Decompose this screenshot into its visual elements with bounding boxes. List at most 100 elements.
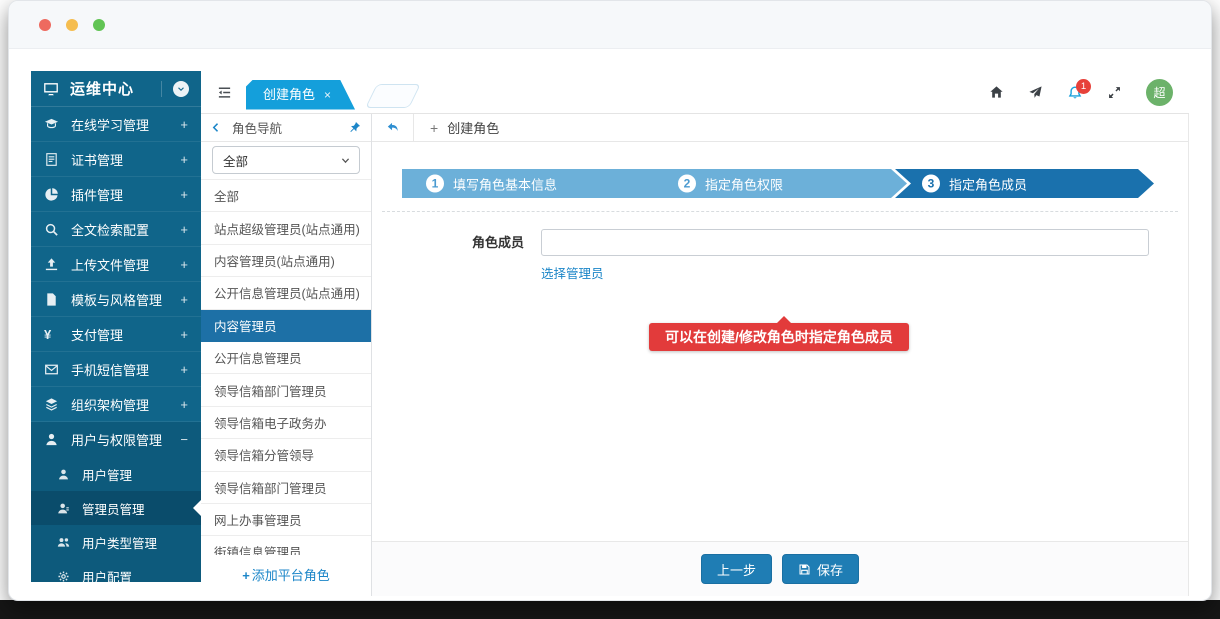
sidebar-item[interactable]: 用户与权限管理− [31, 422, 201, 457]
role-list-item[interactable]: 领导信箱部门管理员 [201, 374, 371, 406]
main-footer: 上一步 保存 [372, 541, 1188, 596]
add-platform-role-label: 添加平台角色 [252, 568, 330, 583]
role-list-item[interactable]: 网上办事管理员 [201, 504, 371, 536]
step-3: 3 指定角色成员 [922, 174, 1027, 193]
sidebar: 运维中心 在线学习管理+证书管理+插件管理+全文检索配置+上传文件管理+模板与风… [31, 71, 201, 582]
desktop-background [0, 600, 1220, 619]
home-icon[interactable] [989, 85, 1004, 100]
role-filter-wrap: 全部 [201, 142, 371, 179]
sidebar-subitem[interactable]: 用户类型管理 [31, 525, 201, 559]
step-1-label: 填写角色基本信息 [453, 174, 557, 193]
main-content: 1 填写角色基本信息 2 指定角色权限 [372, 142, 1188, 541]
search-icon [44, 222, 63, 237]
sidebar-item[interactable]: 插件管理+ [31, 177, 201, 212]
sidebar-item[interactable]: 组织架构管理+ [31, 387, 201, 422]
role-nav-title: 角色导航 [232, 118, 348, 137]
sidebar-toggle-icon[interactable] [217, 85, 232, 100]
role-list: 全部站点超级管理员(站点通用)内容管理员(站点通用)公开信息管理员(站点通用)内… [201, 179, 371, 555]
sidebar-item[interactable]: 在线学习管理+ [31, 107, 201, 142]
file-icon [44, 292, 63, 307]
expand-toggle-icon[interactable]: + [180, 397, 188, 412]
expand-toggle-icon[interactable]: + [180, 117, 188, 132]
sidebar-item[interactable]: 模板与风格管理+ [31, 282, 201, 317]
role-list-item[interactable]: 公开信息管理员(站点通用) [201, 277, 371, 309]
stepper-segment-completed: 1 填写角色基本信息 2 指定角色权限 [402, 169, 907, 198]
paper-plane-icon[interactable] [1028, 85, 1043, 100]
role-list-item[interactable]: 领导信箱部门管理员 [201, 472, 371, 504]
sidebar-item[interactable]: ¥支付管理+ [31, 317, 201, 352]
sidebar-item[interactable]: 上传文件管理+ [31, 247, 201, 282]
step-3-label: 指定角色成员 [949, 174, 1027, 193]
add-platform-role-link[interactable]: +添加平台角色 [201, 555, 371, 596]
notification-badge: 1 [1076, 79, 1091, 94]
step-2-label: 指定角色权限 [705, 174, 783, 193]
content-body: 角色导航 全部 全部站点超级管理员(站点通用)内容管理员(站点通用)公开信息管理… [201, 114, 1189, 596]
notifications-bell-icon[interactable]: 1 [1067, 85, 1083, 101]
role-members-label: 角色成员 [372, 229, 524, 283]
plus-icon: + [430, 120, 438, 136]
expand-toggle-icon[interactable]: + [180, 362, 188, 377]
topbar: 创建角色× 1 超 [201, 71, 1189, 114]
role-navigation-panel: 角色导航 全部 全部站点超级管理员(站点通用)内容管理员(站点通用)公开信息管理… [201, 114, 372, 596]
app-body: 运维中心 在线学习管理+证书管理+插件管理+全文检索配置+上传文件管理+模板与风… [9, 49, 1211, 580]
expand-toggle-icon[interactable]: + [180, 292, 188, 307]
zoom-window-button[interactable] [93, 19, 105, 31]
tab-create-role[interactable]: 创建角色× [246, 80, 355, 110]
step-1-number: 1 [426, 175, 444, 193]
back-undo-icon[interactable] [372, 114, 414, 141]
expand-toggle-icon[interactable]: + [180, 222, 188, 237]
previous-step-button[interactable]: 上一步 [701, 554, 772, 584]
select-admins-link[interactable]: 选择管理员 [541, 263, 604, 282]
page-title: + 创建角色 [430, 118, 499, 137]
save-floppy-icon [798, 563, 811, 576]
sidebar-subitem[interactable]: 用户管理 [31, 457, 201, 491]
role-list-item[interactable]: 领导信箱分管领导 [201, 439, 371, 471]
role-filter-value: 全部 [223, 151, 248, 170]
main-panel: + 创建角色 1 填写角色基本信息 [372, 114, 1189, 596]
chevron-down-icon [340, 155, 351, 166]
sidebar-menu: 在线学习管理+证书管理+插件管理+全文检索配置+上传文件管理+模板与风格管理+¥… [31, 107, 201, 582]
close-window-button[interactable] [39, 19, 51, 31]
sidebar-item[interactable]: 证书管理+ [31, 142, 201, 177]
role-filter-select[interactable]: 全部 [212, 146, 360, 174]
screenshot-stage: 运维中心 在线学习管理+证书管理+插件管理+全文检索配置+上传文件管理+模板与风… [0, 0, 1220, 619]
tab-close-icon[interactable]: × [324, 88, 331, 102]
user-icon [44, 432, 63, 447]
role-list-item[interactable]: 领导信箱电子政务办 [201, 407, 371, 439]
window-titlebar [9, 1, 1211, 49]
expand-toggle-icon[interactable]: + [180, 152, 188, 167]
step-1: 1 填写角色基本信息 [426, 174, 557, 193]
role-list-item[interactable]: 内容管理员 [201, 310, 371, 342]
role-members-form-row: 角色成员 选择管理员 [372, 229, 1188, 283]
main-header: + 创建角色 [372, 114, 1188, 142]
step-3-number: 3 [922, 175, 940, 193]
admin-user-icon [57, 502, 74, 515]
fullscreen-expand-icon[interactable] [1107, 85, 1122, 100]
minimize-window-button[interactable] [66, 19, 78, 31]
sidebar-collapse-button[interactable] [161, 81, 191, 97]
role-members-input[interactable] [541, 229, 1149, 256]
pin-icon[interactable] [348, 121, 361, 134]
sidebar-subitem[interactable]: 管理员管理 [31, 491, 201, 525]
monitor-icon [43, 81, 63, 97]
app-title: 运维中心 [70, 78, 161, 99]
role-list-item[interactable]: 站点超级管理员(站点通用) [201, 212, 371, 244]
sidebar-header: 运维中心 [31, 71, 201, 107]
role-members-field: 选择管理员 [541, 229, 1149, 283]
role-list-item[interactable]: 内容管理员(站点通用) [201, 245, 371, 277]
sidebar-item[interactable]: 手机短信管理+ [31, 352, 201, 387]
role-list-item[interactable]: 公开信息管理员 [201, 342, 371, 374]
expand-toggle-icon[interactable]: + [180, 257, 188, 272]
role-list-item[interactable]: 全部 [201, 180, 371, 212]
avatar[interactable]: 超 [1146, 79, 1173, 106]
expand-toggle-icon[interactable]: + [180, 187, 188, 202]
role-list-item[interactable]: 街镇信息管理员 [201, 536, 371, 555]
save-button[interactable]: 保存 [782, 554, 859, 584]
step-2-number: 2 [678, 175, 696, 193]
expand-toggle-icon[interactable]: − [180, 432, 188, 447]
dashed-divider [382, 211, 1178, 212]
chevron-left-icon[interactable] [211, 122, 222, 133]
sidebar-item[interactable]: 全文检索配置+ [31, 212, 201, 247]
expand-toggle-icon[interactable]: + [180, 327, 188, 342]
sidebar-subitem[interactable]: 用户配置 [31, 559, 201, 582]
